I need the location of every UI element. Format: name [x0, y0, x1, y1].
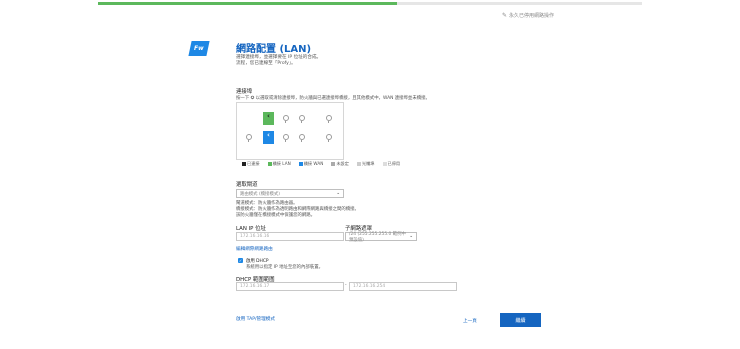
page-title: 網路配置 (LAN) [236, 44, 312, 55]
lan-ip-input[interactable]: 172.16.16.16 [236, 232, 344, 241]
legend-item: 光纖埠 [356, 161, 375, 167]
port-3[interactable] [296, 113, 307, 126]
subnet-select[interactable]: /24 (255.255.255.0 範例中預設值) ⌄ [345, 231, 417, 243]
dhcp-checkbox[interactable]: ✓ [238, 258, 243, 263]
tap-mode-link[interactable]: 啟用 TAP/管理模式 [236, 316, 275, 322]
port-2[interactable] [280, 113, 291, 126]
fw-logo: Fw [188, 41, 210, 56]
ports-heading: 連接埠 [236, 89, 253, 95]
mode-select[interactable]: 路由模式 (橋接模式) ⌄ [236, 189, 344, 198]
legend-item: 未設定 [331, 161, 349, 167]
dhcp-checkbox-desc: 系統用以指定 IP 地址至您的內部裝置。 [246, 265, 323, 270]
ports-legend: 已連接 橋接 LAN 橋接 WAN 未設定 光纖埠 已停用 [242, 161, 400, 167]
progress-bar [98, 2, 642, 5]
pencil-icon: ✎ [502, 12, 508, 19]
edit-routing-link[interactable]: 編輯網際網路路由 [236, 246, 273, 252]
continue-button[interactable]: 繼續 [500, 313, 541, 327]
legend-item: 已停用 [382, 161, 400, 167]
port-5[interactable] [243, 132, 254, 145]
progress-fill [98, 2, 398, 5]
port-4[interactable] [323, 113, 334, 126]
chevron-down-icon: ⌄ [409, 234, 413, 239]
chevron-down-icon: ⌄ [336, 191, 340, 196]
ports-instruction: 按一下 ✪ 以選取或清除連接埠，防火牆與已選連接埠橋接，且其他模式中，WAN 連… [236, 96, 430, 101]
exit-setup-link[interactable]: ✎ 永久已停用網路操作 [502, 12, 555, 20]
check-icon: ✓ [238, 258, 243, 263]
ports-panel: ‹ ‹ [236, 102, 344, 160]
port-7[interactable] [296, 132, 307, 145]
lan-ip-label: LAN IP 位址 [236, 226, 266, 232]
port-wan[interactable]: ‹ [263, 131, 274, 144]
subnet-select-value: /24 (255.255.255.0 範例中預設值) [349, 231, 406, 243]
page-description-2: 流程，您已連線至「Profy」。 [236, 61, 296, 66]
legend-item: 橋接 WAN [298, 161, 323, 167]
range-separator: - [345, 283, 347, 288]
port-6[interactable] [280, 132, 291, 145]
dhcp-end-input[interactable]: 172.16.16.254 [349, 282, 457, 291]
chevron-left-icon: ‹ [267, 131, 270, 139]
exit-setup-label: 永久已停用網路操作 [509, 13, 555, 19]
legend-item: 已連接 [242, 161, 260, 167]
port-lan-1[interactable]: ‹ [263, 112, 274, 125]
legend-item: 橋接 LAN [267, 161, 291, 167]
port-8[interactable] [323, 132, 334, 145]
dhcp-start-input[interactable]: 172.16.16.17 [236, 282, 344, 291]
mode-note-3: 該防火牆僅在橋接模式中保護您的網路。 [236, 213, 316, 218]
chevron-left-icon: ‹ [267, 112, 270, 120]
back-button[interactable]: 上一頁 [463, 318, 477, 324]
mode-select-value: 路由模式 (橋接模式) [240, 191, 280, 197]
mode-heading: 選取閘道 [236, 182, 258, 188]
